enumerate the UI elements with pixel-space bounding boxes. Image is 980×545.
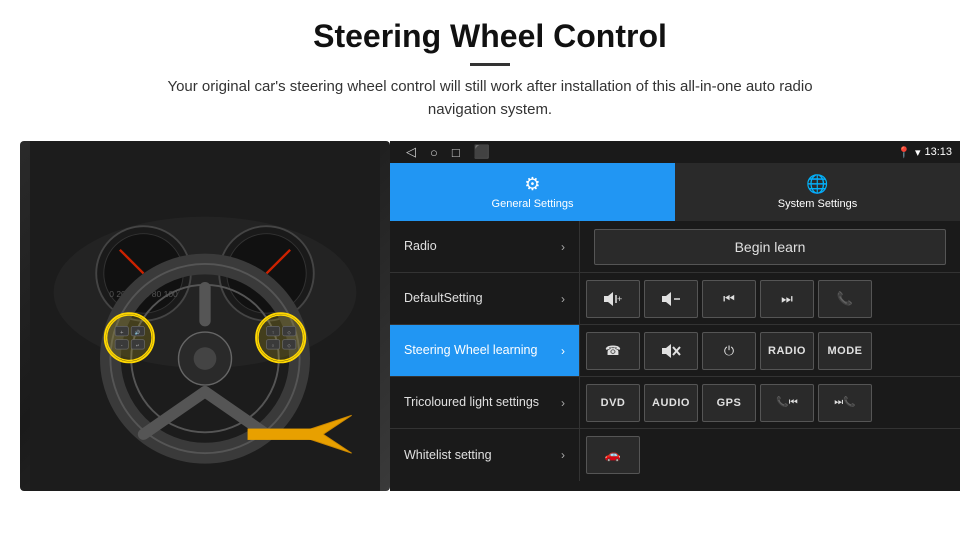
screenshot-icon: ⬛ [474, 144, 490, 160]
menu-content-tricolour: DVD AUDIO GPS 📞⏮ ⏭📞 [580, 377, 960, 428]
svg-text:○: ○ [272, 344, 275, 349]
menu-label-default: DefaultSetting [404, 290, 483, 306]
svg-text:◇: ◇ [287, 343, 291, 349]
tab-bar: ⚙ General Settings 🌐 System Settings [390, 163, 960, 221]
mute-button[interactable] [644, 332, 698, 370]
chevron-icon: › [561, 240, 565, 254]
status-bar: ◁ ○ □ ⬛ 📍 ▾ 13:13 [390, 141, 960, 163]
tab-system-label: System Settings [778, 198, 857, 210]
page-title: Steering Wheel Control [20, 18, 960, 55]
wifi-icon: ▾ [915, 146, 921, 159]
chevron-icon: › [561, 292, 565, 306]
location-icon: 📍 [897, 146, 911, 159]
menu-content-steering: ☎ ⏻ RADIO MODE [580, 325, 960, 376]
menu-content-radio: Begin learn [580, 221, 960, 272]
chevron-icon: › [561, 344, 565, 358]
begin-learn-button[interactable]: Begin learn [594, 229, 946, 265]
status-icons: 📍 ▾ 13:13 [897, 146, 952, 159]
svg-text:◇: ◇ [287, 330, 291, 336]
mode-button[interactable]: MODE [818, 332, 872, 370]
car-icon-button[interactable]: 🚗 [586, 436, 640, 474]
chevron-icon: › [561, 396, 565, 410]
page-header: Steering Wheel Control Your original car… [0, 0, 980, 131]
radio-button[interactable]: RADIO [760, 332, 814, 370]
menu-item-default[interactable]: DefaultSetting › [390, 273, 580, 324]
menu-label-radio: Radio [404, 238, 437, 254]
page-description: Your original car's steering wheel contr… [150, 76, 830, 121]
gear-icon: ⚙ [524, 174, 540, 195]
menu-item-steering[interactable]: Steering Wheel learning › [390, 325, 580, 376]
next-track-button[interactable]: ⏭ [760, 280, 814, 318]
answer-call-button[interactable]: ☎ [586, 332, 640, 370]
svg-text:+: + [617, 294, 622, 304]
svg-text:↵: ↵ [136, 343, 140, 349]
globe-icon: 🌐 [806, 174, 828, 195]
menu-content-whitelist: 🚗 [580, 429, 960, 481]
prev-track-button[interactable]: ⏮ [702, 280, 756, 318]
menu-item-whitelist[interactable]: Whitelist setting › [390, 429, 580, 481]
menu-label-tricolour: Tricoloured light settings [404, 394, 539, 410]
menu-row-steering: Steering Wheel learning › ☎ ⏻ RADIO MODE [390, 325, 960, 377]
power-button[interactable]: ⏻ [702, 332, 756, 370]
chevron-icon: › [561, 448, 565, 462]
svg-text:-: - [121, 343, 123, 349]
menu-label-whitelist: Whitelist setting [404, 447, 492, 463]
title-divider [470, 63, 510, 66]
menu-row-tricolour: Tricoloured light settings › DVD AUDIO G… [390, 377, 960, 429]
menu-content-default: + ⏮ ⏭ 📞 [580, 273, 960, 324]
menu-label-steering: Steering Wheel learning [404, 342, 537, 358]
tab-general-label: General Settings [492, 198, 574, 210]
vol-down-button[interactable] [644, 280, 698, 318]
gps-button[interactable]: GPS [702, 384, 756, 422]
menu-row-radio: Radio › Begin learn [390, 221, 960, 273]
call-next-button[interactable]: ⏭📞 [818, 384, 872, 422]
clock: 13:13 [924, 146, 952, 158]
tab-general[interactable]: ⚙ General Settings [390, 163, 675, 221]
back-icon: ◁ [406, 144, 416, 160]
android-panel: ◁ ○ □ ⬛ 📍 ▾ 13:13 ⚙ General Settings 🌐 S… [390, 141, 960, 491]
nav-icons: ◁ ○ □ ⬛ [398, 144, 490, 160]
recents-icon: □ [452, 145, 460, 160]
svg-text:↑: ↑ [272, 331, 274, 336]
call-prev-button[interactable]: 📞⏮ [760, 384, 814, 422]
audio-button[interactable]: AUDIO [644, 384, 698, 422]
menu-list: Radio › Begin learn DefaultSetting › + [390, 221, 960, 491]
menu-row-default: DefaultSetting › + ⏮ ⏭ 📞 [390, 273, 960, 325]
dvd-button[interactable]: DVD [586, 384, 640, 422]
menu-item-radio[interactable]: Radio › [390, 221, 580, 272]
steering-wheel-image: 0 20 40 60 80 100 [20, 141, 390, 491]
home-icon: ○ [430, 145, 438, 160]
vol-up-button[interactable]: + [586, 280, 640, 318]
main-content: 0 20 40 60 80 100 [0, 131, 980, 501]
menu-item-tricolour[interactable]: Tricoloured light settings › [390, 377, 580, 428]
tab-system[interactable]: 🌐 System Settings [675, 163, 960, 221]
menu-row-whitelist: Whitelist setting › 🚗 [390, 429, 960, 481]
call-button[interactable]: 📞 [818, 280, 872, 318]
